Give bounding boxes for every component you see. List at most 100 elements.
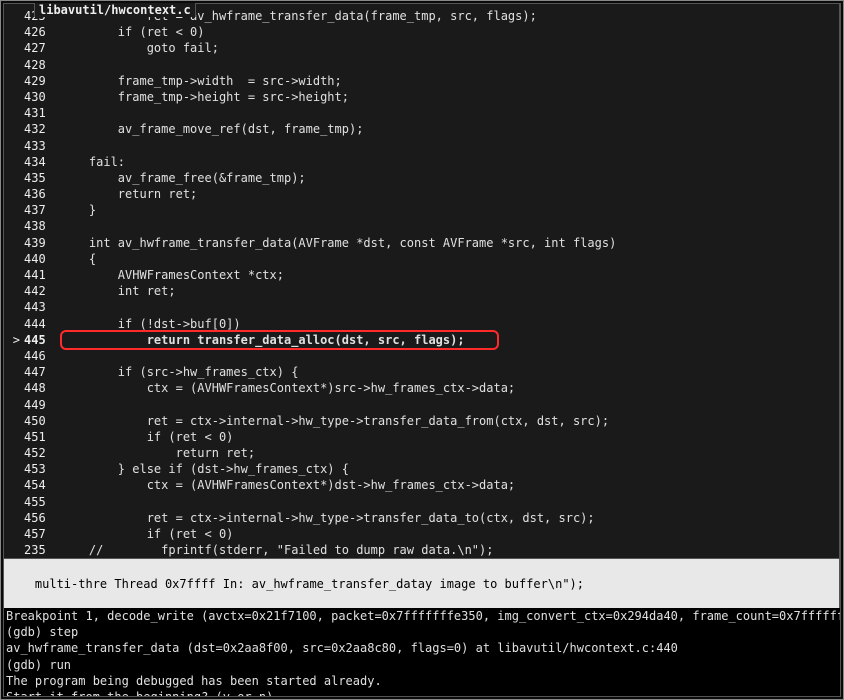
source-line[interactable]: 446 [4, 348, 839, 364]
source-line[interactable]: 439 int av_hwframe_transfer_data(AVFrame… [4, 235, 839, 251]
source-line[interactable]: 433 [4, 138, 839, 154]
source-line[interactable]: 428 [4, 57, 839, 73]
gutter-marker [4, 218, 22, 234]
gutter-marker [4, 138, 22, 154]
line-number: 235 [22, 542, 60, 558]
gutter-marker [4, 73, 22, 89]
source-line[interactable]: 427 goto fail; [4, 40, 839, 56]
source-line[interactable]: 448 ctx = (AVHWFramesContext*)src->hw_fr… [4, 380, 839, 396]
gutter-marker [4, 57, 22, 73]
gutter-marker [4, 461, 22, 477]
line-number: 427 [22, 40, 60, 56]
gdb-console[interactable]: Breakpoint 1, decode_write (avctx=0x21f7… [4, 608, 840, 696]
source-line[interactable]: 441 AVHWFramesContext *ctx; [4, 267, 839, 283]
line-number: 434 [22, 154, 60, 170]
source-line[interactable]: 452 return ret; [4, 445, 839, 461]
source-text: if (ret < 0) [60, 429, 839, 445]
line-number: 432 [22, 121, 60, 137]
source-text: av_frame_move_ref(dst, frame_tmp); [60, 121, 839, 137]
source-line[interactable]: 455 [4, 494, 839, 510]
source-text: return ret; [60, 186, 839, 202]
gutter-marker [4, 316, 22, 332]
source-line[interactable]: 431 [4, 105, 839, 121]
source-text: int ret; [60, 283, 839, 299]
line-number: 441 [22, 267, 60, 283]
line-number: 450 [22, 413, 60, 429]
source-text: goto fail; [60, 40, 839, 56]
source-text: if (ret < 0) [60, 24, 839, 40]
gutter-marker [4, 445, 22, 461]
gutter-marker [4, 429, 22, 445]
source-line[interactable]: 437 } [4, 202, 839, 218]
line-number: 445 [22, 332, 60, 348]
line-number: 449 [22, 397, 60, 413]
source-line[interactable]: 443 [4, 299, 839, 315]
console-line: (gdb) run [6, 657, 838, 673]
source-text [60, 397, 839, 413]
source-text: ret = ctx->internal->hw_type->transfer_d… [60, 413, 839, 429]
source-line[interactable]: 435 av_frame_free(&frame_tmp); [4, 170, 839, 186]
source-line[interactable]: >445 return transfer_data_alloc(dst, src… [4, 332, 839, 348]
gutter-marker [4, 397, 22, 413]
gutter-marker [4, 170, 22, 186]
line-number: 451 [22, 429, 60, 445]
gutter-marker [4, 510, 22, 526]
line-number: 452 [22, 445, 60, 461]
source-line[interactable]: 444 if (!dst->buf[0]) [4, 316, 839, 332]
source-text: if (ret < 0) [60, 526, 839, 542]
source-line[interactable]: 235 // fprintf(stderr, "Failed to dump r… [4, 542, 839, 558]
gutter-marker [4, 154, 22, 170]
status-bar: multi-thre Thread 0x7ffff In: av_hwframe… [4, 558, 840, 608]
source-line[interactable]: 440 { [4, 251, 839, 267]
source-text: ret = ctx->internal->hw_type->transfer_d… [60, 510, 839, 526]
source-line[interactable]: 457 if (ret < 0) [4, 526, 839, 542]
gutter-marker [4, 299, 22, 315]
gutter-marker [4, 364, 22, 380]
gutter-marker [4, 542, 22, 558]
source-line[interactable]: 426 if (ret < 0) [4, 24, 839, 40]
source-text: { [60, 251, 839, 267]
source-line[interactable]: 454 ctx = (AVHWFramesContext*)dst->hw_fr… [4, 477, 839, 493]
source-text: } else if (dst->hw_frames_ctx) { [60, 461, 839, 477]
gutter-marker [4, 251, 22, 267]
source-line[interactable]: 434 fail: [4, 154, 839, 170]
source-line[interactable]: 453 } else if (dst->hw_frames_ctx) { [4, 461, 839, 477]
source-line[interactable]: 449 [4, 397, 839, 413]
line-number: 455 [22, 494, 60, 510]
source-line[interactable]: 456 ret = ctx->internal->hw_type->transf… [4, 510, 839, 526]
source-text: if (!dst->buf[0]) [60, 316, 839, 332]
source-text [60, 348, 839, 364]
source-text: AVHWFramesContext *ctx; [60, 267, 839, 283]
line-number: 448 [22, 380, 60, 396]
source-line[interactable]: 430 frame_tmp->height = src->height; [4, 89, 839, 105]
source-line[interactable]: 447 if (src->hw_frames_ctx) { [4, 364, 839, 380]
source-line[interactable]: 442 int ret; [4, 283, 839, 299]
source-text: frame_tmp->width = src->width; [60, 73, 839, 89]
gutter-marker [4, 121, 22, 137]
source-line[interactable]: 429 frame_tmp->width = src->width; [4, 73, 839, 89]
debugger-window: libavutil/hwcontext.c 425 ret = av_hwfra… [3, 3, 841, 697]
line-number: 447 [22, 364, 60, 380]
gutter-marker [4, 267, 22, 283]
source-text: int av_hwframe_transfer_data(AVFrame *ds… [60, 235, 839, 251]
source-text [60, 57, 839, 73]
source-line[interactable]: 450 ret = ctx->internal->hw_type->transf… [4, 413, 839, 429]
line-number: 430 [22, 89, 60, 105]
source-text [60, 138, 839, 154]
source-line[interactable]: 438 [4, 218, 839, 234]
line-number: 436 [22, 186, 60, 202]
source-line[interactable]: 451 if (ret < 0) [4, 429, 839, 445]
source-text: if (src->hw_frames_ctx) { [60, 364, 839, 380]
line-number: 456 [22, 510, 60, 526]
source-line[interactable]: 436 return ret; [4, 186, 839, 202]
source-line[interactable]: 432 av_frame_move_ref(dst, frame_tmp); [4, 121, 839, 137]
line-number: 431 [22, 105, 60, 121]
source-pane[interactable]: 425 ret = av_hwframe_transfer_data(frame… [4, 4, 840, 558]
status-left: multi-thre Thread 0x7ffff In: av_hwframe… [35, 577, 425, 591]
line-number: 440 [22, 251, 60, 267]
console-line: av_hwframe_transfer_data (dst=0x2aa8f00,… [6, 640, 838, 656]
gutter-marker: > [4, 332, 22, 348]
line-number: 433 [22, 138, 60, 154]
line-number: 444 [22, 316, 60, 332]
console-line: Start it from the beginning? (y or n) [6, 689, 838, 696]
